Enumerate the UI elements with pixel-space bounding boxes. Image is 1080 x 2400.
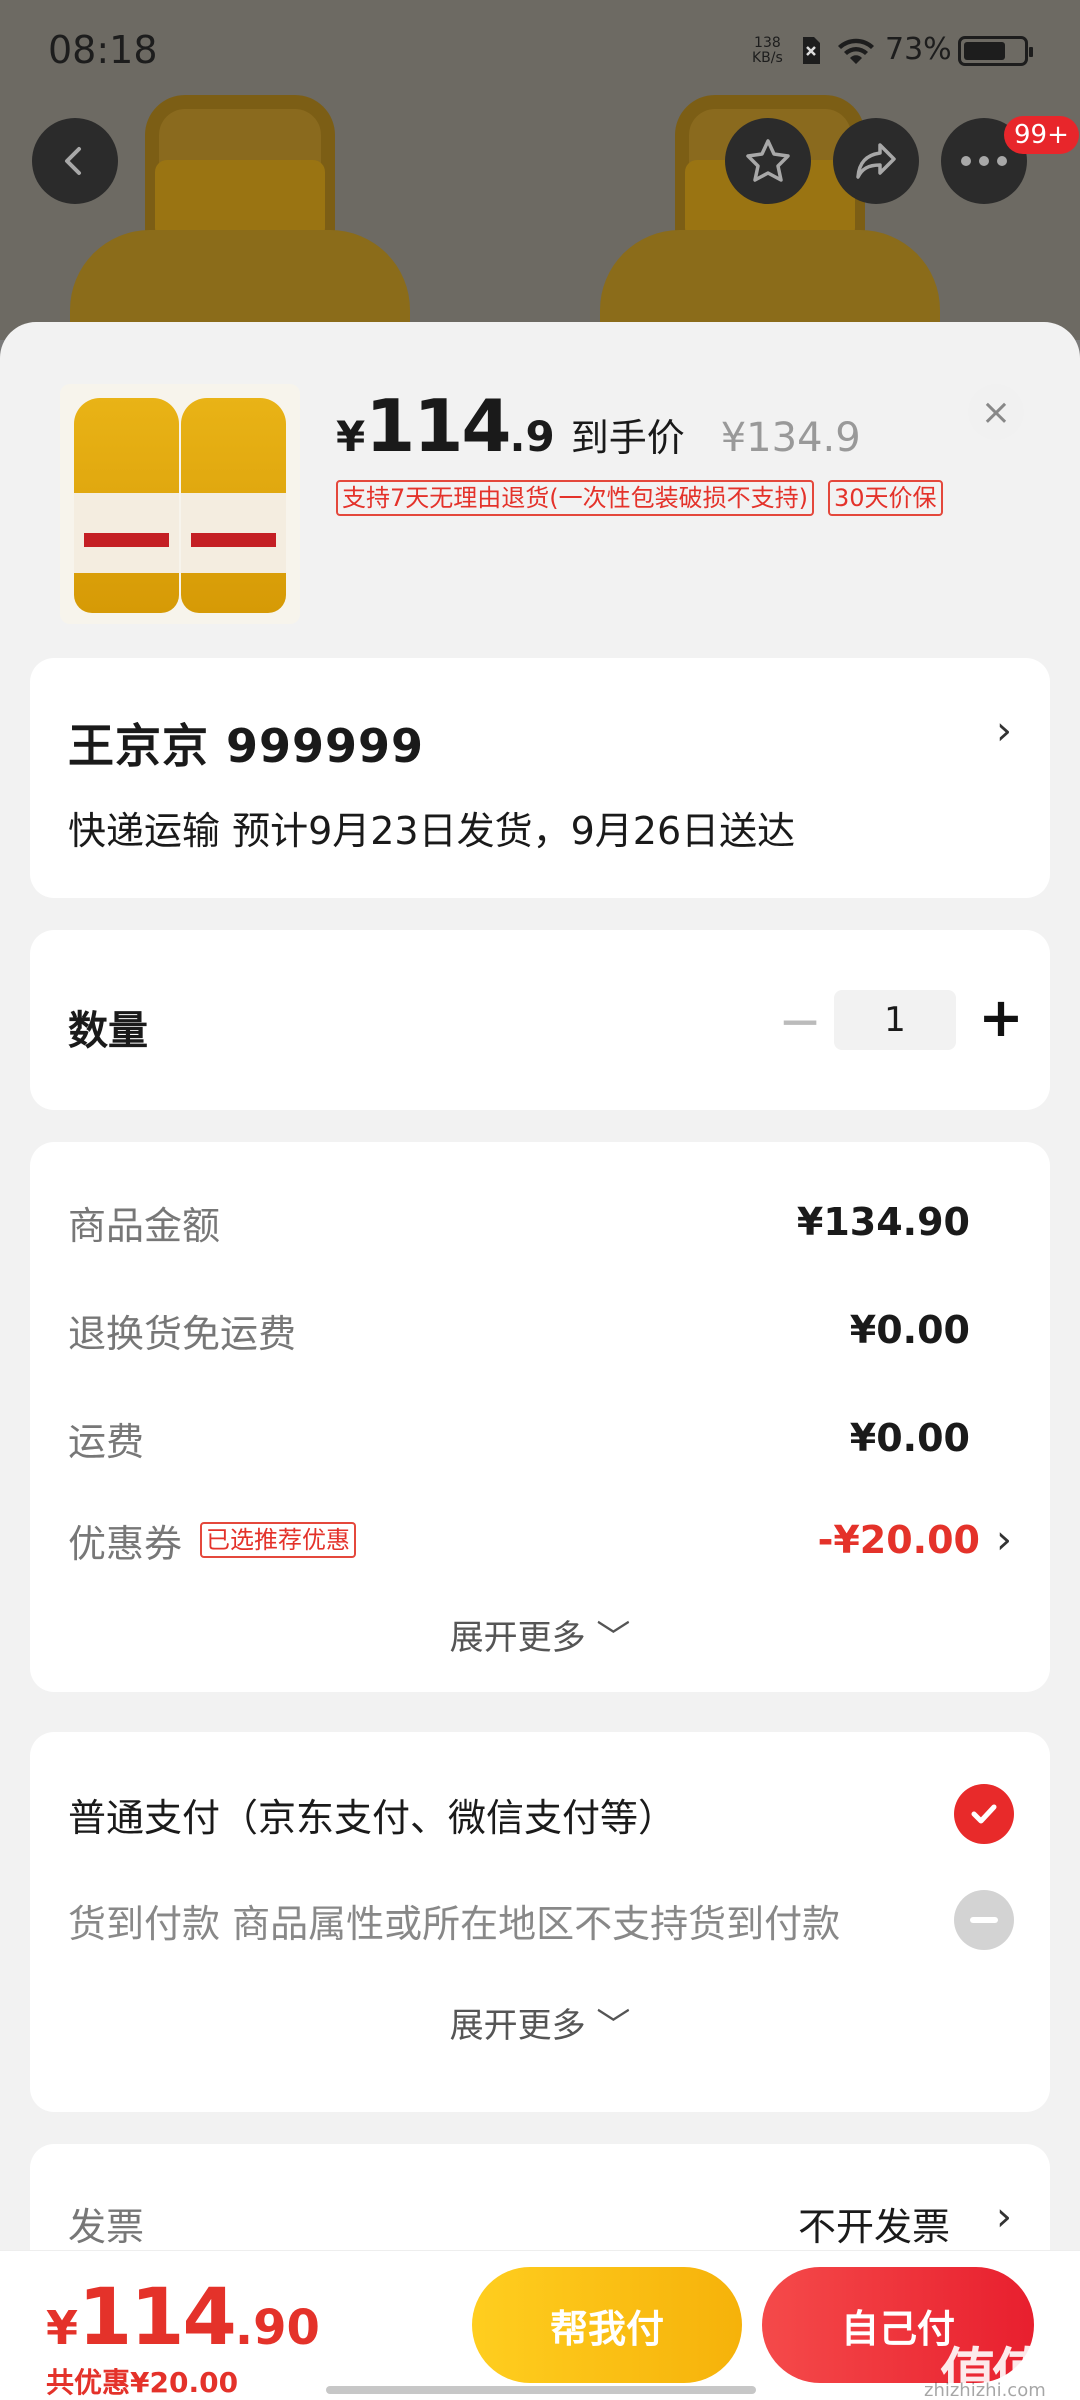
payment-option-normal[interactable]: 普通支付（京东支付、微信支付等） — [68, 1782, 1014, 1846]
status-bar: 08:18 138 KB/s 73% — [0, 0, 1080, 100]
coupon-value-group: -¥20.00 › — [818, 1517, 1012, 1563]
watermark-url: zhizhizhi.com — [924, 2380, 1046, 2400]
star-icon — [746, 139, 790, 182]
return-policy-tag: 支持7天无理由退货(一次性包装破损不支持) — [336, 480, 814, 516]
net-speed-value: 138 — [754, 35, 781, 51]
back-button[interactable] — [32, 118, 118, 204]
total-currency: ¥ — [46, 2301, 79, 2355]
payment-option-cod: 货到付款 商品属性或所在地区不支持货到付款 — [68, 1888, 1014, 1952]
favorite-button[interactable] — [725, 118, 811, 204]
quantity-input[interactable]: 1 — [834, 990, 956, 1050]
price-protect-tag: 30天价保 — [828, 480, 943, 516]
wifi-icon — [836, 36, 876, 73]
coupon-label-group: 优惠券 已选推荐优惠 — [68, 1513, 357, 1568]
fee-breakdown-card: 商品金额 ¥134.90 退换货免运费 ¥0.00 运费 ¥0.00 优惠券 已… — [30, 1142, 1050, 1692]
home-indicator[interactable] — [326, 2386, 756, 2394]
fee-value: ¥0.00 — [849, 1308, 970, 1352]
bottle-label-shape — [74, 493, 179, 573]
help-pay-button[interactable]: 帮我付 — [472, 2267, 742, 2383]
checkout-bar: ¥ 114 .90 共优惠¥20.00 帮我付 自己付 — [0, 2250, 1080, 2400]
close-icon: × — [980, 391, 1012, 433]
final-price: ¥ 114 .9 到手价 ¥134.9 — [336, 384, 861, 468]
fee-value: ¥134.90 — [796, 1200, 970, 1244]
address-card[interactable]: 王京京 999999 快递运输 预计9月23日发货，9月26日送达 › — [30, 658, 1050, 898]
coupon-selected-tag: 已选推荐优惠 — [200, 1522, 357, 1558]
checkmark-icon — [954, 1784, 1014, 1844]
notification-badge: 99+ — [1004, 116, 1079, 154]
fee-label: 优惠券 — [68, 1521, 183, 1566]
chevron-right-icon: › — [996, 2194, 1012, 2240]
fee-row-shipping: 运费 ¥0.00 — [68, 1410, 970, 1466]
recipient-name-phone: 王京京 999999 — [68, 719, 425, 773]
fee-row-goods: 商品金额 ¥134.90 — [68, 1194, 970, 1250]
net-speed: 138 KB/s — [752, 36, 783, 66]
fee-label: 退换货免运费 — [68, 1311, 297, 1356]
status-time: 08:18 — [48, 28, 158, 72]
sim-off-icon — [800, 36, 822, 73]
more-dots-icon — [961, 156, 1007, 166]
quantity-label: 数量 — [68, 1008, 148, 1054]
product-thumbnail — [60, 384, 300, 624]
disabled-minus-icon — [954, 1890, 1014, 1950]
total-integer: 114 — [78, 2273, 237, 2363]
quantity-card: 数量 − 1 + — [30, 930, 1050, 1110]
share-arrow-icon — [856, 143, 896, 179]
fee-row-return-shipping: 退换货免运费 ¥0.00 — [68, 1302, 970, 1358]
bottle-shape — [181, 398, 286, 613]
invoice-label: 发票 — [68, 2205, 145, 2249]
bottle-cap-shape — [155, 160, 325, 240]
bottle-label-shape — [181, 493, 286, 573]
quantity-decrease-button[interactable]: − — [778, 992, 822, 1052]
shipping-estimate: 快递运输 预计9月23日发货，9月26日送达 — [68, 809, 796, 853]
fee-expand-more-button[interactable]: 展开更多 ﹀ — [30, 1610, 1050, 1659]
price-integer: 114 — [365, 384, 511, 468]
total-decimal: .90 — [234, 2300, 320, 2356]
fee-label: 商品金额 — [68, 1203, 221, 1248]
fee-row-coupon[interactable]: 优惠券 已选推荐优惠 -¥20.00 › — [68, 1512, 1012, 1568]
fee-value: ¥0.00 — [849, 1416, 970, 1460]
service-tags: 支持7天无理由退货(一次性包装破损不支持) 30天价保 — [336, 480, 943, 516]
chevron-left-icon — [65, 147, 81, 175]
payment-option-label: 普通支付（京东支付、微信支付等） — [68, 1795, 677, 1840]
total-price: ¥ 114 .90 — [46, 2273, 320, 2363]
price-decimal: .9 — [509, 412, 555, 461]
chevron-right-icon: › — [996, 1517, 1012, 1563]
close-button[interactable]: × — [968, 384, 1024, 440]
fee-label: 运费 — [68, 1419, 145, 1464]
net-speed-unit: KB/s — [752, 50, 783, 66]
share-button[interactable] — [833, 118, 919, 204]
payment-expand-more-button[interactable]: 展开更多 ﹀ — [30, 1998, 1050, 2047]
total-saved: 共优惠¥20.00 — [46, 2366, 239, 2399]
price-suffix: 到手价 — [570, 416, 685, 460]
order-sheet: ¥ 114 .9 到手价 ¥134.9 × 支持7天无理由退货(一次性包装破损不… — [0, 322, 1080, 2400]
coupon-value: -¥20.00 — [817, 1518, 980, 1562]
chevron-right-icon: › — [996, 708, 1012, 754]
payment-method-card: 普通支付（京东支付、微信支付等） 货到付款 商品属性或所在地区不支持货到付款 展… — [30, 1732, 1050, 2112]
bottle-shape — [74, 398, 179, 613]
quantity-increase-button[interactable]: + — [976, 988, 1026, 1048]
battery-icon — [958, 36, 1033, 66]
battery-fill — [964, 42, 1005, 60]
invoice-value: 不开发票 — [797, 2205, 950, 2249]
original-price: ¥134.9 — [720, 415, 861, 461]
payment-option-label: 货到付款 商品属性或所在地区不支持货到付款 — [68, 1901, 841, 1946]
price-currency: ¥ — [336, 412, 366, 461]
battery-percent: 73% — [885, 32, 952, 67]
